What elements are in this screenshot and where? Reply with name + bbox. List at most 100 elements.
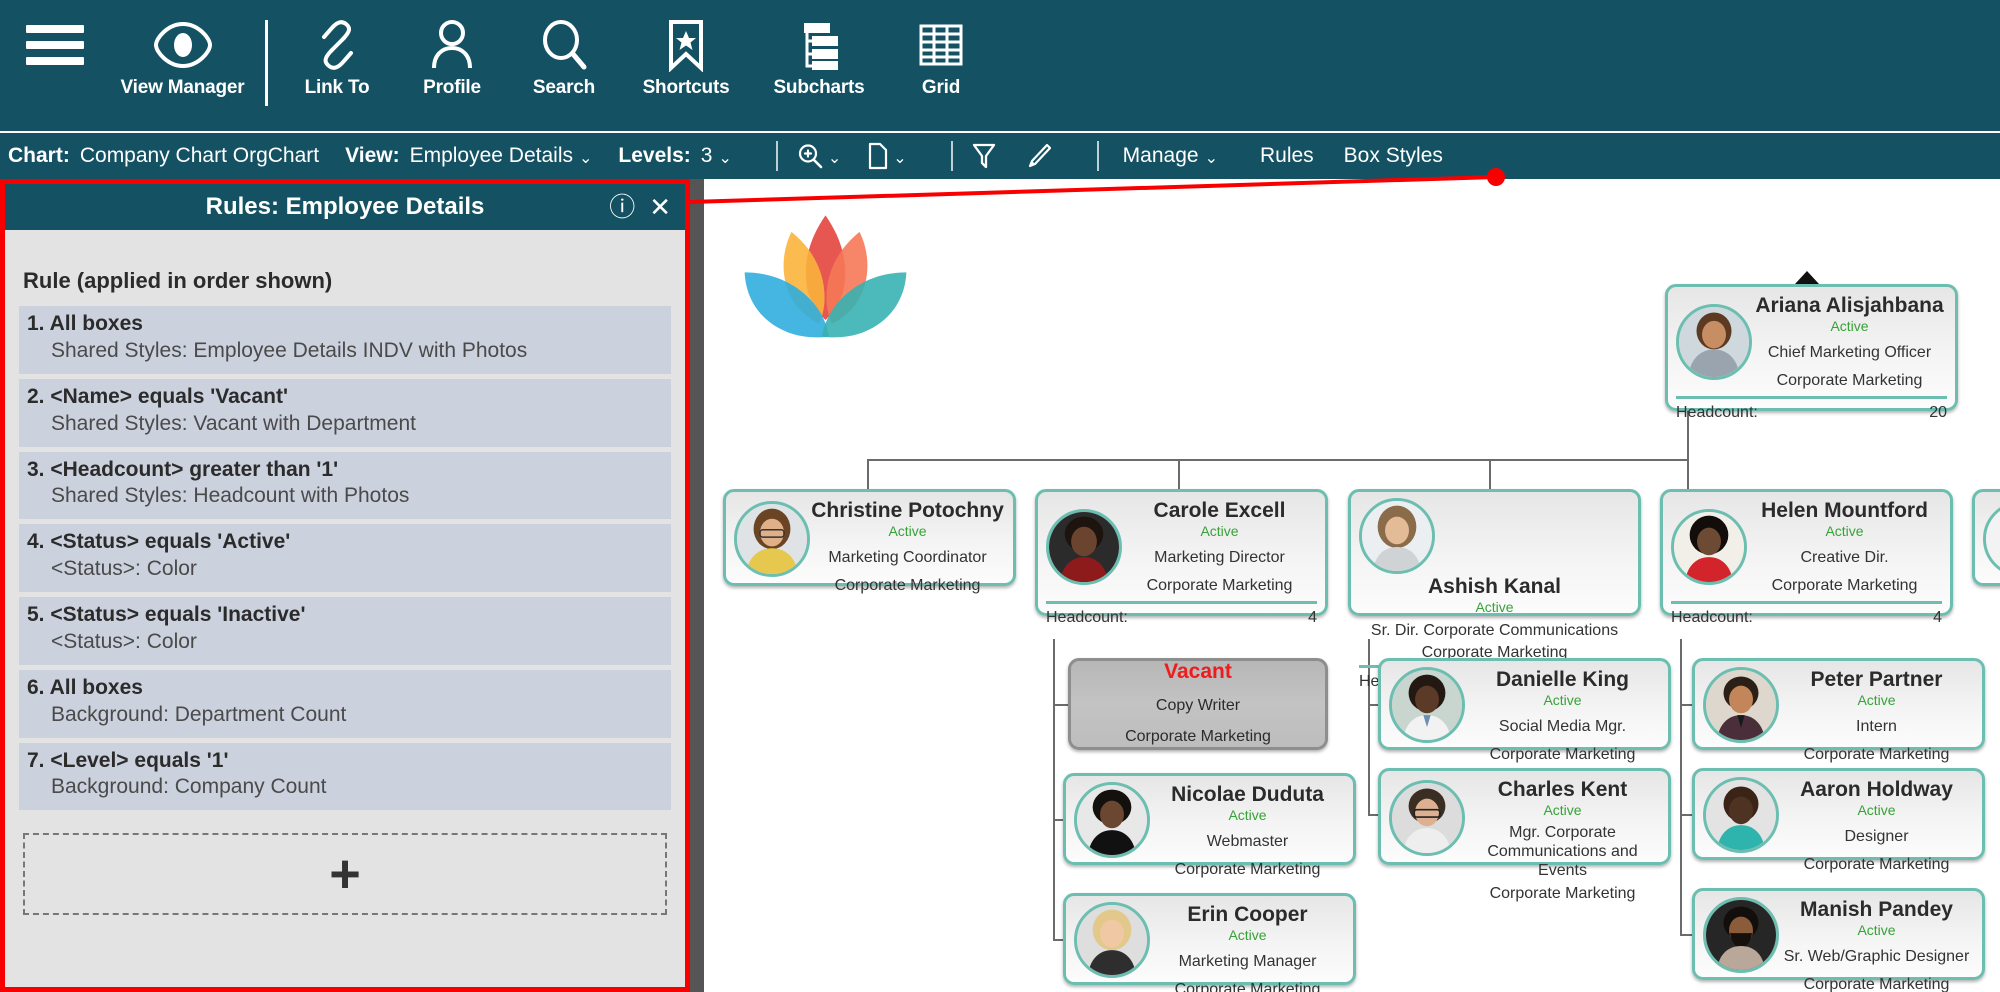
rule-row[interactable]: 6. All boxes Background: Department Coun… (19, 670, 671, 738)
rules-panel-header: Rules: Employee Details ⓘ ✕ (5, 184, 685, 230)
employee-department: Corporate Marketing (1175, 860, 1321, 879)
toolbar-item-search[interactable]: Search (508, 0, 620, 97)
rules-column-header: Rule (applied in order shown) (19, 230, 671, 306)
org-node-card[interactable]: Helen Mountford Active Creative Dir. Cor… (1660, 489, 1953, 616)
employee-title: Copy Writer (1156, 696, 1240, 715)
avatar (1703, 667, 1779, 743)
link-chain-icon (310, 14, 364, 76)
toolbar-item-shortcuts[interactable]: Shortcuts (620, 0, 752, 97)
connector-line (867, 459, 1689, 461)
status-badge: Active (1857, 803, 1895, 818)
headcount-label: Headcount: (1046, 609, 1128, 627)
connector-line (1680, 639, 1682, 934)
manage-dropdown[interactable]: Manage ⌄ (1123, 144, 1218, 168)
chart-name-value[interactable]: Company Chart OrgChart (80, 144, 319, 168)
status-badge: Active (1200, 524, 1238, 539)
rule-action: Background: Department Count (27, 702, 663, 729)
toolbar-label: Profile (423, 78, 481, 97)
avatar (1074, 782, 1150, 858)
toolbar-label: Subcharts (773, 78, 864, 97)
org-node-card-partial[interactable] (1972, 489, 2000, 586)
magnifier-icon (538, 14, 590, 76)
employee-name: Charles Kent (1498, 779, 1628, 802)
page-dropdown-button[interactable]: ⌄ (867, 142, 906, 170)
eye-icon (152, 14, 214, 76)
main-toolbar: View Manager Link To (0, 0, 2000, 131)
employee-name: Nicolae Duduta (1171, 784, 1324, 807)
question-circle-icon[interactable]: ⓘ (609, 194, 635, 220)
toolbar-item-profile[interactable]: Profile (396, 0, 508, 97)
headcount-value: 20 (1929, 404, 1947, 422)
person-icon (426, 14, 478, 76)
employee-title: Chief Marketing Officer (1768, 343, 1931, 362)
org-node-card[interactable]: Ariana Alisjahbana Active Chief Marketin… (1665, 284, 1958, 411)
view-dropdown[interactable]: Employee Details ⌄ (410, 144, 593, 168)
bar-divider (1097, 141, 1099, 171)
zoom-dropdown-button[interactable]: ⌄ (796, 142, 841, 170)
filter-button[interactable] (971, 141, 997, 171)
employee-title: Social Media Mgr. (1499, 717, 1626, 736)
toolbar-label: Link To (305, 78, 370, 97)
levels-label: Levels: (618, 144, 690, 168)
employee-title: Sr. Web/Graphic Designer (1784, 947, 1970, 966)
org-node-card[interactable]: Carole Excell Active Marketing Director … (1035, 489, 1328, 616)
hamburger-menu-button[interactable] (0, 0, 110, 76)
employee-name: Christine Potochny (811, 500, 1004, 523)
rule-row[interactable]: 3. <Headcount> greater than '1' Shared S… (19, 452, 671, 520)
chart-control-bar: Chart: Company Chart OrgChart View: Empl… (0, 131, 2000, 179)
subcharts-icon (793, 14, 845, 76)
employee-department: Corporate Marketing (1175, 980, 1321, 992)
headcount-row: Headcount: 4 (1671, 601, 1942, 627)
org-node-card[interactable]: Nicolae Duduta Active Webmaster Corporat… (1063, 773, 1356, 865)
levels-dropdown[interactable]: 3 ⌄ (701, 144, 732, 168)
status-badge: Active (888, 524, 926, 539)
org-node-card[interactable]: Ashish Kanal Active Sr. Dir. Corporate C… (1348, 489, 1641, 616)
employee-department: Corporate Marketing (1804, 855, 1950, 874)
rule-condition: 6. All boxes (27, 675, 663, 702)
highlighter-pen-icon (1023, 141, 1053, 171)
toolbar-item-link-to[interactable]: Link To (278, 0, 396, 97)
employee-name: Ashish Kanal (1428, 576, 1561, 599)
toolbar-item-subcharts[interactable]: Subcharts (752, 0, 886, 97)
org-node-card-vacant[interactable]: Vacant Copy Writer Corporate Marketing (1068, 658, 1328, 750)
org-node-card[interactable]: Manish Pandey Active Sr. Web/Graphic Des… (1692, 888, 1985, 980)
rule-row[interactable]: 1. All boxes Shared Styles: Employee Det… (19, 306, 671, 374)
org-node-card[interactable]: Aaron Holdway Active Designer Corporate … (1692, 768, 1985, 860)
rules-button[interactable]: Rules (1260, 144, 1314, 168)
org-node-card[interactable]: Peter Partner Active Intern Corporate Ma… (1692, 658, 1985, 750)
status-badge: Active (1543, 693, 1581, 708)
panel-scrollbar[interactable] (690, 179, 704, 992)
application-window: View Manager Link To (0, 0, 2000, 992)
bar-divider (776, 141, 778, 171)
rule-row[interactable]: 7. <Level> equals '1' Background: Compan… (19, 743, 671, 811)
employee-title: Sr. Dir. Corporate Communications (1371, 621, 1618, 640)
add-rule-button[interactable]: + (23, 833, 667, 915)
view-value: Employee Details (410, 144, 573, 168)
org-node-card[interactable]: Charles Kent Active Mgr. Corporate Commu… (1378, 768, 1671, 865)
rule-action: <Status>: Color (27, 556, 663, 583)
box-styles-button[interactable]: Box Styles (1344, 144, 1443, 168)
employee-title: Creative Dir. (1800, 548, 1888, 567)
rule-action: Shared Styles: Employee Details INDV wit… (27, 338, 663, 365)
toolbar-item-grid[interactable]: Grid (886, 0, 996, 97)
chart-label: Chart: (8, 144, 70, 168)
page-icon (867, 142, 889, 170)
collapse-triangle-icon[interactable] (1795, 271, 1819, 284)
employee-name: Carole Excell (1154, 500, 1286, 523)
close-x-icon[interactable]: ✕ (649, 194, 671, 220)
org-node-card[interactable]: Christine Potochny Active Marketing Coor… (723, 489, 1016, 586)
employee-name: Danielle King (1496, 669, 1629, 692)
rule-row[interactable]: 2. <Name> equals 'Vacant' Shared Styles:… (19, 379, 671, 447)
avatar (1983, 501, 2000, 577)
toolbar-item-view-manager[interactable]: View Manager (110, 0, 255, 97)
org-node-card[interactable]: Danielle King Active Social Media Mgr. C… (1378, 658, 1671, 750)
employee-department: Corporate Marketing (1804, 975, 1950, 992)
rule-row[interactable]: 5. <Status> equals 'Inactive' <Status>: … (19, 597, 671, 665)
employee-title: Marketing Manager (1179, 952, 1317, 971)
rule-row[interactable]: 4. <Status> equals 'Active' <Status>: Co… (19, 524, 671, 592)
connector-line (867, 459, 869, 489)
highlighter-button[interactable] (1023, 141, 1053, 171)
employee-title: Marketing Coordinator (828, 548, 986, 567)
org-node-card[interactable]: Erin Cooper Active Marketing Manager Cor… (1063, 893, 1356, 985)
employee-department: Corporate Marketing (1772, 576, 1918, 595)
